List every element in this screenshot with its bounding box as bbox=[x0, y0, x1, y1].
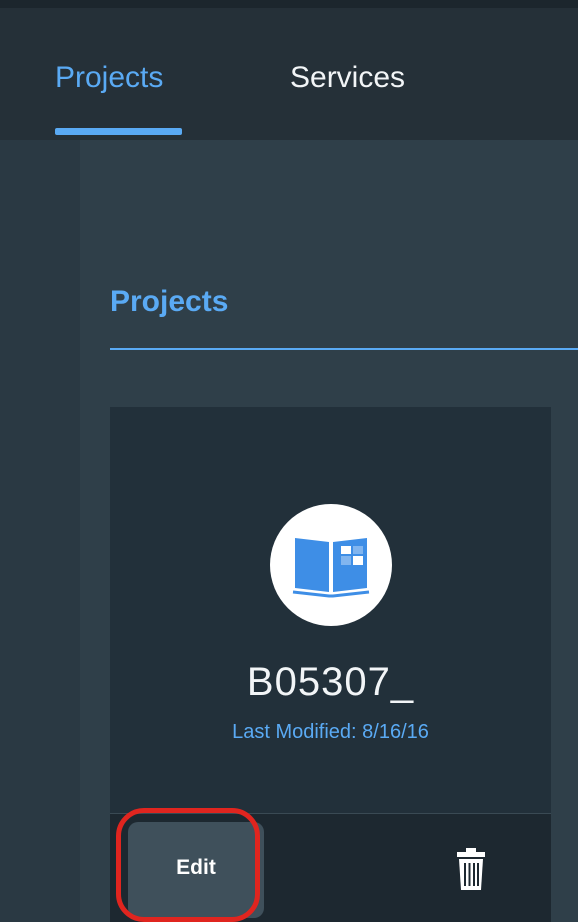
active-tab-indicator bbox=[55, 128, 182, 135]
left-gutter bbox=[0, 140, 80, 922]
page: Projects Services Projects B05307_ Last … bbox=[0, 0, 578, 922]
open-book-icon bbox=[292, 538, 370, 598]
edit-button-label: Edit bbox=[176, 856, 216, 879]
top-strip bbox=[0, 0, 578, 8]
top-nav: Projects Services bbox=[0, 8, 578, 140]
section-divider bbox=[110, 348, 578, 350]
edit-button[interactable]: Edit bbox=[128, 822, 264, 918]
tab-services[interactable]: Services bbox=[290, 60, 405, 96]
section-title: Projects bbox=[110, 285, 229, 318]
card-footer: Edit bbox=[110, 808, 551, 922]
last-modified: Last Modified: 8/16/16 bbox=[232, 721, 429, 743]
project-icon bbox=[270, 504, 392, 626]
tab-projects[interactable]: Projects bbox=[55, 60, 163, 96]
project-card[interactable]: B05307_ Last Modified: 8/16/16 Edit bbox=[110, 407, 551, 922]
project-name[interactable]: B05307_ bbox=[110, 659, 551, 705]
trash-icon[interactable] bbox=[456, 848, 486, 890]
